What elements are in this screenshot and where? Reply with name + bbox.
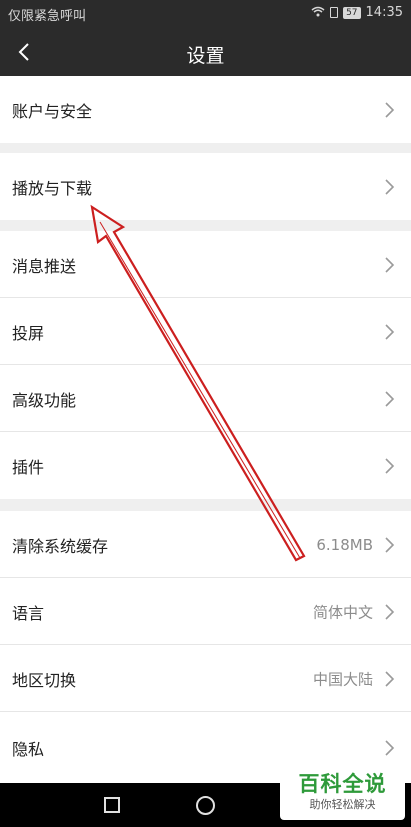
settings-item-label: 播放与下载 [12, 178, 93, 198]
chevron-right-icon [385, 603, 395, 620]
chevron-right-icon [385, 178, 395, 195]
status-bar: 仅限紧急呼叫 57 14:35 [0, 0, 411, 28]
chevron-right-icon [385, 323, 395, 340]
settings-item-label: 插件 [12, 457, 45, 477]
nav-square-icon[interactable] [104, 797, 120, 813]
settings-item-label: 隐私 [12, 739, 45, 759]
clock: 14:35 [365, 5, 403, 20]
settings-item-label: 地区切换 [12, 670, 77, 690]
settings-item-label: 账户与安全 [12, 101, 93, 121]
status-icons: 57 14:35 [311, 5, 403, 20]
settings-item-playback-download[interactable]: 播放与下载 [0, 153, 411, 220]
settings-item-plugins[interactable]: 插件 [0, 432, 411, 499]
settings-item-clear-cache[interactable]: 清除系统缓存 6.18MB [0, 511, 411, 578]
watermark-title: 百科全说 [298, 772, 387, 796]
chevron-right-icon [385, 457, 395, 474]
chevron-right-icon [385, 256, 395, 273]
settings-item-account-security[interactable]: 账户与安全 [0, 76, 411, 143]
settings-item-label: 清除系统缓存 [12, 536, 109, 556]
cache-size-value: 6.18MB [316, 535, 373, 554]
chevron-right-icon [385, 536, 395, 553]
watermark-logo: 百科全说 助你轻松解决 [280, 770, 405, 820]
battery-icon: 57 [343, 6, 361, 19]
chevron-right-icon [385, 739, 395, 756]
settings-item-label: 消息推送 [12, 256, 77, 276]
settings-item-advanced[interactable]: 高级功能 [0, 365, 411, 432]
settings-item-language[interactable]: 语言 简体中文 [0, 578, 411, 645]
nav-home-icon[interactable] [196, 796, 215, 815]
wifi-icon [311, 6, 325, 20]
sim-icon [330, 7, 339, 18]
carrier-status-text: 仅限紧急呼叫 [8, 9, 87, 24]
chevron-right-icon [385, 670, 395, 687]
settings-item-cast[interactable]: 投屏 [0, 298, 411, 365]
page-title: 设置 [186, 45, 225, 67]
settings-item-label: 高级功能 [12, 390, 77, 410]
settings-item-label: 语言 [12, 603, 45, 623]
chevron-right-icon [385, 101, 395, 118]
language-value: 简体中文 [312, 603, 373, 621]
settings-item-region[interactable]: 地区切换 中国大陆 [0, 645, 411, 712]
settings-item-label: 投屏 [12, 323, 45, 343]
settings-item-notifications[interactable]: 消息推送 [0, 231, 411, 298]
title-bar: 设置 [0, 28, 411, 76]
watermark-subtitle: 助你轻松解决 [309, 798, 376, 811]
region-value: 中国大陆 [312, 670, 373, 688]
chevron-right-icon [385, 390, 395, 407]
